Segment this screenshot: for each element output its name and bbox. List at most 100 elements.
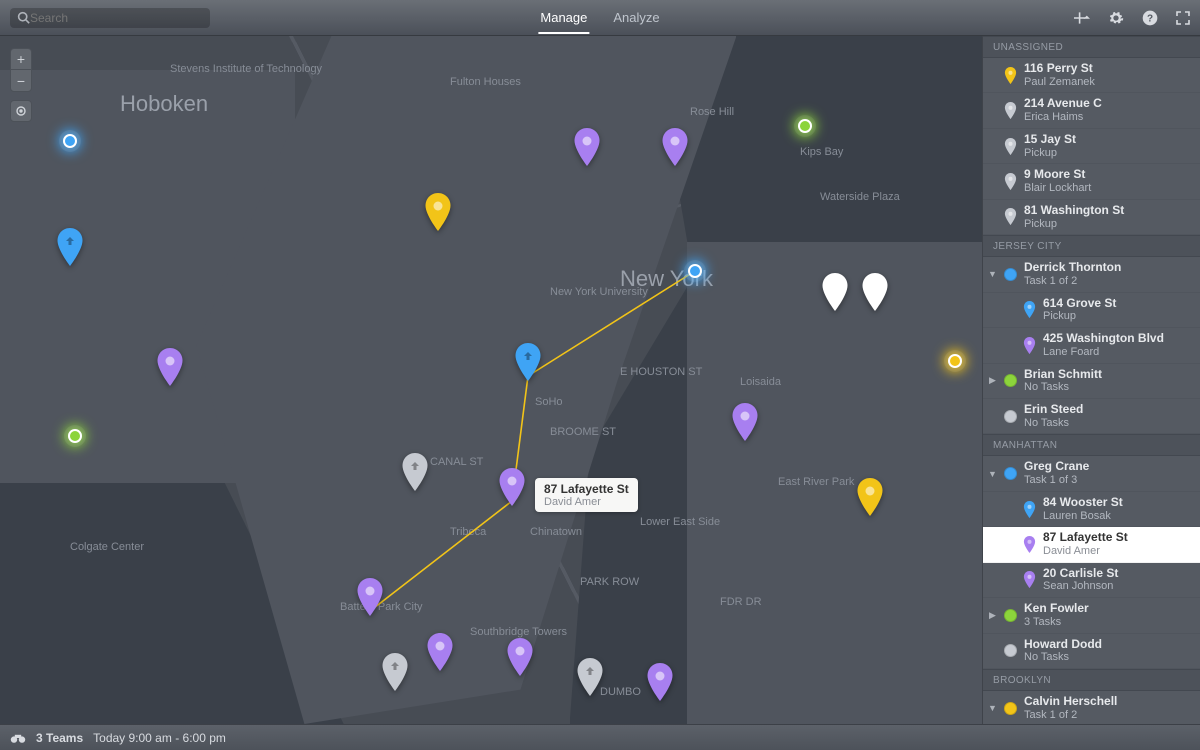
help-icon[interactable]: ?	[1142, 10, 1158, 26]
task-row[interactable]: 15 Jay StPickup	[983, 129, 1200, 164]
task-row[interactable]: 116 Perry StPaul Zemanek	[983, 58, 1200, 93]
map-pin[interactable]	[401, 453, 429, 491]
add-icon[interactable]	[1074, 11, 1090, 25]
driver-dot-icon	[1004, 268, 1017, 281]
driver-marker[interactable]	[63, 134, 77, 148]
driver-marker[interactable]	[68, 429, 82, 443]
map-pin[interactable]	[424, 193, 452, 231]
toolbar: Manage Analyze ?	[0, 0, 1200, 36]
gear-icon[interactable]	[1108, 10, 1124, 26]
teams-count[interactable]: 3 Teams	[36, 731, 83, 745]
zoom-out-button[interactable]: −	[11, 70, 31, 91]
row-subtitle: Pickup	[1043, 310, 1116, 323]
pin-tooltip: 87 Lafayette St David Amer	[535, 478, 638, 512]
task-row[interactable]: 614 Grove StPickup	[983, 293, 1200, 328]
driver-dot-icon	[1004, 702, 1017, 715]
map-pin[interactable]	[576, 658, 604, 696]
section-header: JERSEY CITY	[983, 235, 1200, 257]
disclosure-icon[interactable]: ▼	[988, 269, 997, 279]
row-title: 87 Lafayette St	[1043, 531, 1128, 545]
map-pin[interactable]	[514, 343, 542, 381]
driver-row[interactable]: ▼Calvin HerschellTask 1 of 2	[983, 691, 1200, 724]
map-pin[interactable]	[498, 468, 526, 506]
driver-row[interactable]: Erin SteedNo Tasks	[983, 399, 1200, 434]
map-pin[interactable]	[506, 638, 534, 676]
driver-row[interactable]: ▼Derrick ThorntonTask 1 of 2	[983, 257, 1200, 292]
tab-analyze[interactable]: Analyze	[611, 2, 661, 34]
row-title: Greg Crane	[1024, 460, 1089, 474]
row-subtitle: Pickup	[1024, 147, 1076, 160]
zoom-in-button[interactable]: +	[11, 49, 31, 70]
row-subtitle: Lane Foard	[1043, 346, 1164, 359]
row-subtitle: Blair Lockhart	[1024, 182, 1091, 195]
row-title: 20 Carlisle St	[1043, 567, 1118, 581]
map-pin[interactable]	[156, 348, 184, 386]
driver-row[interactable]: Howard DoddNo Tasks	[983, 634, 1200, 669]
search-input[interactable]	[30, 11, 203, 25]
row-title: 9 Moore St	[1024, 168, 1091, 182]
tab-manage[interactable]: Manage	[538, 2, 589, 34]
disclosure-icon[interactable]: ▼	[988, 469, 997, 479]
driver-marker[interactable]	[798, 119, 812, 133]
pin-icon	[1004, 67, 1017, 84]
row-title: 15 Jay St	[1024, 133, 1076, 147]
task-row[interactable]: 425 Washington BlvdLane Foard	[983, 328, 1200, 363]
map-pin[interactable]	[821, 273, 849, 311]
pin-icon	[1004, 208, 1017, 225]
task-row[interactable]: 84 Wooster StLauren Bosak	[983, 492, 1200, 527]
row-title: 614 Grove St	[1043, 297, 1116, 311]
map-pin[interactable]	[356, 578, 384, 616]
map-pin[interactable]	[856, 478, 884, 516]
row-subtitle: Sean Johnson	[1043, 580, 1118, 593]
map-canvas[interactable]: HobokenNew YorkStevens Institute of Tech…	[0, 36, 982, 724]
task-row[interactable]: 20 Carlisle StSean Johnson	[983, 563, 1200, 598]
task-row[interactable]: 9 Moore StBlair Lockhart	[983, 164, 1200, 199]
tooltip-sub: David Amer	[544, 496, 629, 508]
disclosure-icon[interactable]: ▶	[988, 375, 997, 386]
locate-button[interactable]	[10, 100, 32, 122]
task-row[interactable]: 214 Avenue CErica Haims	[983, 93, 1200, 128]
section-header: UNASSIGNED	[983, 36, 1200, 58]
row-title: Brian Schmitt	[1024, 368, 1102, 382]
search-field[interactable]	[10, 8, 210, 28]
row-subtitle: Pickup	[1024, 218, 1124, 231]
driver-row[interactable]: ▶Ken Fowler3 Tasks	[983, 598, 1200, 633]
disclosure-icon[interactable]: ▼	[988, 703, 997, 713]
row-subtitle: No Tasks	[1024, 381, 1102, 394]
map-pin[interactable]	[731, 403, 759, 441]
disclosure-icon[interactable]: ▶	[988, 610, 997, 621]
row-title: Calvin Herschell	[1024, 695, 1117, 709]
driver-dot-icon	[1004, 467, 1017, 480]
row-subtitle: David Amer	[1043, 545, 1128, 558]
driver-marker[interactable]	[688, 264, 702, 278]
row-title: Derrick Thornton	[1024, 261, 1121, 275]
pin-icon	[1023, 571, 1036, 588]
task-row[interactable]: 87 Lafayette StDavid Amer	[983, 527, 1200, 562]
time-window[interactable]: Today 9:00 am - 6:00 pm	[93, 731, 226, 745]
map-pin[interactable]	[861, 273, 889, 311]
fullscreen-icon[interactable]	[1176, 11, 1190, 25]
pin-icon	[1023, 501, 1036, 518]
row-title: 425 Washington Blvd	[1043, 332, 1164, 346]
driver-marker[interactable]	[948, 354, 962, 368]
task-sidebar[interactable]: UNASSIGNED116 Perry StPaul Zemanek214 Av…	[982, 36, 1200, 724]
driver-row[interactable]: ▼Greg CraneTask 1 of 3	[983, 456, 1200, 491]
map-pin[interactable]	[573, 128, 601, 166]
pin-icon	[1004, 138, 1017, 155]
row-subtitle: Paul Zemanek	[1024, 76, 1095, 89]
map-pin[interactable]	[56, 228, 84, 266]
search-icon	[17, 11, 30, 24]
zoom-control: + −	[10, 48, 32, 92]
binoculars-icon[interactable]	[10, 732, 26, 744]
pin-icon	[1004, 173, 1017, 190]
row-subtitle: No Tasks	[1024, 651, 1102, 664]
pin-icon	[1023, 536, 1036, 553]
map-pin[interactable]	[426, 633, 454, 671]
map-pin[interactable]	[661, 128, 689, 166]
map-pin[interactable]	[381, 653, 409, 691]
driver-row[interactable]: ▶ Brian SchmittNo Tasks	[983, 364, 1200, 399]
task-row[interactable]: 81 Washington StPickup	[983, 200, 1200, 235]
tooltip-title: 87 Lafayette St	[544, 482, 629, 496]
row-subtitle: Erica Haims	[1024, 111, 1102, 124]
map-pin[interactable]	[646, 663, 674, 701]
